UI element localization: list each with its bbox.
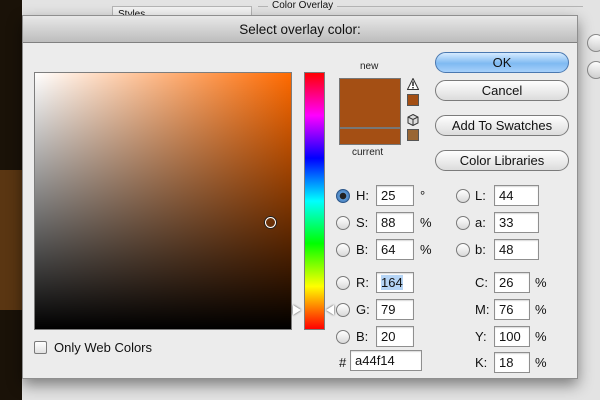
hue-slider-handle-right[interactable] — [326, 305, 334, 315]
g-label: G: — [356, 302, 370, 317]
radio-lab-b[interactable] — [456, 243, 470, 257]
radio-a[interactable] — [456, 216, 470, 230]
web-safe-swatch[interactable] — [407, 129, 419, 141]
b-unit: % — [420, 242, 432, 257]
radio-g[interactable] — [336, 303, 350, 317]
r-label: R: — [356, 275, 369, 290]
new-label: new — [360, 61, 379, 72]
hex-input[interactable]: a44f14 — [350, 350, 422, 371]
c-label: C: — [475, 275, 488, 290]
k-label: K: — [475, 355, 488, 370]
y-input[interactable]: 100 — [494, 326, 530, 347]
lab-b-label: b: — [475, 242, 486, 257]
h-unit: ° — [420, 188, 426, 203]
color-field-cursor[interactable] — [265, 217, 276, 228]
h-input[interactable]: 25 — [376, 185, 414, 206]
r-input-selection: 164 — [381, 275, 403, 290]
y-unit: % — [535, 329, 547, 344]
m-label: M: — [475, 302, 490, 317]
web-safe-cube-icon[interactable] — [407, 114, 419, 126]
color-overlay-group-label: Color Overlay — [268, 0, 338, 11]
hue-slider-handle-left[interactable] — [293, 305, 301, 315]
h-label: H: — [356, 188, 369, 203]
color-field[interactable] — [34, 72, 292, 330]
dialog-title[interactable]: Select overlay color: — [23, 16, 577, 43]
blue-input[interactable]: 20 — [376, 326, 414, 347]
current-color-swatch[interactable] — [339, 128, 401, 145]
hue-slider[interactable] — [304, 72, 325, 330]
radio-h[interactable] — [336, 189, 350, 203]
a-input[interactable]: 33 — [494, 212, 539, 233]
blue-label: B: — [356, 329, 369, 344]
k-input[interactable]: 18 — [494, 352, 530, 373]
s-label: S: — [356, 215, 369, 230]
r-input[interactable]: 164 — [376, 272, 414, 293]
add-to-swatches-button[interactable]: Add To Swatches — [435, 115, 569, 136]
radio-blue[interactable] — [336, 330, 350, 344]
a-label: a: — [475, 215, 486, 230]
l-input[interactable]: 44 — [494, 185, 539, 206]
radio-r[interactable] — [336, 276, 350, 290]
m-input[interactable]: 76 — [494, 299, 530, 320]
s-unit: % — [420, 215, 432, 230]
b-input[interactable]: 64 — [376, 239, 414, 260]
m-unit: % — [535, 302, 547, 317]
only-web-colors-row[interactable]: Only Web Colors — [34, 340, 152, 355]
k-unit: % — [535, 355, 547, 370]
color-libraries-button[interactable]: Color Libraries — [435, 150, 569, 171]
radio-s[interactable] — [336, 216, 350, 230]
document-canvas-edge — [0, 0, 22, 400]
radio-b[interactable] — [336, 243, 350, 257]
canvas-image-fragment — [0, 170, 22, 310]
lab-b-input[interactable]: 48 — [494, 239, 539, 260]
g-input[interactable]: 79 — [376, 299, 414, 320]
s-input[interactable]: 88 — [376, 212, 414, 233]
cancel-button[interactable]: Cancel — [435, 80, 569, 101]
c-unit: % — [535, 275, 547, 290]
color-picker-dialog: Select overlay color: Only Web Colors ne… — [22, 15, 578, 379]
ok-button[interactable]: OK — [435, 52, 569, 73]
y-label: Y: — [475, 329, 487, 344]
gamut-warning-swatch[interactable] — [407, 94, 419, 106]
l-label: L: — [475, 188, 486, 203]
hex-label: # — [339, 355, 347, 370]
gamut-warning-icon[interactable] — [407, 78, 419, 90]
background-radio-2[interactable] — [587, 61, 600, 79]
current-label: current — [352, 147, 384, 158]
radio-l[interactable] — [456, 189, 470, 203]
b-label: B: — [356, 242, 369, 257]
c-input[interactable]: 26 — [494, 272, 530, 293]
only-web-colors-checkbox[interactable] — [34, 341, 47, 354]
new-color-swatch — [339, 78, 401, 128]
only-web-colors-label: Only Web Colors — [54, 340, 153, 355]
background-radio-1[interactable] — [587, 34, 600, 52]
